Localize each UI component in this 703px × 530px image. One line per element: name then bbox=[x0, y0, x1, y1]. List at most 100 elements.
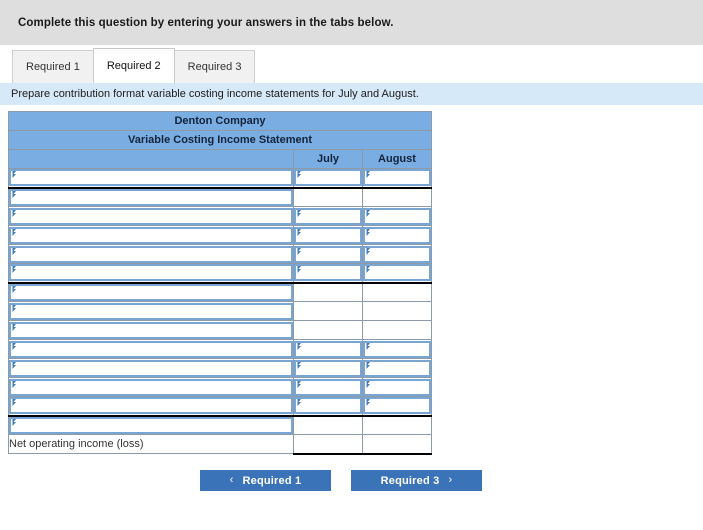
dropdown-marker-icon bbox=[11, 171, 17, 179]
previous-requirement-button[interactable]: ‹ Required 1 bbox=[200, 470, 331, 491]
row-12-august-dropdown[interactable] bbox=[363, 397, 431, 415]
chevron-left-icon: ‹ bbox=[229, 474, 234, 486]
tab-required-3[interactable]: Required 3 bbox=[173, 50, 256, 83]
row-14-august-cell[interactable] bbox=[362, 434, 432, 455]
row-11-july-cell[interactable] bbox=[293, 377, 363, 397]
row-9-account-cell[interactable] bbox=[8, 339, 294, 359]
row-7-account-dropdown[interactable] bbox=[9, 302, 293, 320]
row-10-august-cell[interactable] bbox=[362, 358, 432, 378]
row-6-account-dropdown[interactable] bbox=[9, 283, 293, 301]
table-row bbox=[8, 187, 432, 207]
row-0-july-dropdown[interactable] bbox=[294, 169, 362, 187]
row-12-july-dropdown[interactable] bbox=[294, 397, 362, 415]
dropdown-marker-icon bbox=[365, 361, 371, 369]
row-13-july-cell[interactable] bbox=[293, 415, 363, 435]
row-7-july-cell[interactable] bbox=[293, 301, 363, 321]
row-5-july-cell[interactable] bbox=[293, 263, 363, 284]
row-11-august-dropdown[interactable] bbox=[363, 378, 431, 396]
row-0-account-dropdown[interactable] bbox=[9, 169, 293, 187]
row-3-account-dropdown[interactable] bbox=[9, 226, 293, 244]
row-0-account-cell[interactable] bbox=[8, 168, 294, 189]
row-7-account-cell[interactable] bbox=[8, 301, 294, 321]
row-4-july-dropdown[interactable] bbox=[294, 245, 362, 263]
row-11-july-dropdown[interactable] bbox=[294, 378, 362, 396]
row-10-august-dropdown[interactable] bbox=[363, 359, 431, 377]
row-4-account-cell[interactable] bbox=[8, 244, 294, 264]
row-13-august-cell[interactable] bbox=[362, 415, 432, 435]
dropdown-marker-icon bbox=[365, 399, 371, 407]
row-2-august-cell[interactable] bbox=[362, 206, 432, 226]
row-7-august-cell[interactable] bbox=[362, 301, 432, 321]
row-10-july-dropdown[interactable] bbox=[294, 359, 362, 377]
row-9-july-cell[interactable] bbox=[293, 339, 363, 359]
row-9-july-dropdown[interactable] bbox=[294, 340, 362, 358]
row-8-august-cell[interactable] bbox=[362, 320, 432, 340]
row-5-account-cell[interactable] bbox=[8, 263, 294, 284]
row-9-account-dropdown[interactable] bbox=[9, 340, 293, 358]
next-requirement-button[interactable]: Required 3 › bbox=[351, 470, 482, 491]
row-5-july-dropdown[interactable] bbox=[294, 264, 362, 282]
row-4-account-dropdown[interactable] bbox=[9, 245, 293, 263]
dropdown-marker-icon bbox=[365, 247, 371, 255]
row-5-account-dropdown[interactable] bbox=[9, 264, 293, 282]
row-9-august-dropdown[interactable] bbox=[363, 340, 431, 358]
row-3-august-cell[interactable] bbox=[362, 225, 432, 245]
row-4-august-dropdown[interactable] bbox=[363, 245, 431, 263]
row-10-account-cell[interactable] bbox=[8, 358, 294, 378]
chevron-right-icon: › bbox=[448, 474, 453, 486]
row-0-july-cell[interactable] bbox=[293, 168, 363, 189]
row-6-account-cell[interactable] bbox=[8, 282, 294, 302]
row-8-account-dropdown[interactable] bbox=[9, 321, 293, 339]
row-12-account-cell[interactable] bbox=[8, 396, 294, 417]
row-5-august-cell[interactable] bbox=[362, 263, 432, 284]
row-13-account-cell[interactable] bbox=[8, 415, 294, 435]
row-13-account-dropdown[interactable] bbox=[9, 416, 293, 434]
row-12-july-cell[interactable] bbox=[293, 396, 363, 417]
row-1-account-cell[interactable] bbox=[8, 187, 294, 207]
row-3-august-dropdown[interactable] bbox=[363, 226, 431, 244]
previous-requirement-label: Required 1 bbox=[242, 474, 302, 487]
row-3-july-cell[interactable] bbox=[293, 225, 363, 245]
dropdown-marker-icon bbox=[11, 342, 17, 350]
row-0-august-cell[interactable] bbox=[362, 168, 432, 189]
row-11-august-cell[interactable] bbox=[362, 377, 432, 397]
dropdown-marker-icon bbox=[11, 190, 17, 198]
row-1-august-cell[interactable] bbox=[362, 187, 432, 207]
dropdown-marker-icon bbox=[296, 209, 302, 217]
row-10-account-dropdown[interactable] bbox=[9, 359, 293, 377]
row-4-july-cell[interactable] bbox=[293, 244, 363, 264]
row-8-account-cell[interactable] bbox=[8, 320, 294, 340]
row-12-account-dropdown[interactable] bbox=[9, 397, 293, 415]
row-3-july-dropdown[interactable] bbox=[294, 226, 362, 244]
row-14-july-cell[interactable] bbox=[293, 434, 363, 455]
row-11-account-cell[interactable] bbox=[8, 377, 294, 397]
tab-required-2[interactable]: Required 2 bbox=[92, 48, 175, 83]
row-3-account-cell[interactable] bbox=[8, 225, 294, 245]
row-6-august-cell[interactable] bbox=[362, 282, 432, 302]
dropdown-marker-icon bbox=[11, 247, 17, 255]
dropdown-marker-icon bbox=[296, 266, 302, 274]
row-2-account-cell[interactable] bbox=[8, 206, 294, 226]
row-8-july-cell[interactable] bbox=[293, 320, 363, 340]
row-0-august-dropdown[interactable] bbox=[363, 169, 431, 187]
row-2-account-dropdown[interactable] bbox=[9, 207, 293, 225]
tab-required-1[interactable]: Required 1 bbox=[12, 50, 94, 83]
dropdown-marker-icon bbox=[365, 171, 371, 179]
row-11-account-dropdown[interactable] bbox=[9, 378, 293, 396]
dropdown-marker-icon bbox=[11, 266, 17, 274]
dropdown-marker-icon bbox=[296, 342, 302, 350]
row-2-august-dropdown[interactable] bbox=[363, 207, 431, 225]
row-5-august-dropdown[interactable] bbox=[363, 264, 431, 282]
row-1-account-dropdown[interactable] bbox=[9, 188, 293, 206]
row-2-july-cell[interactable] bbox=[293, 206, 363, 226]
row-10-july-cell[interactable] bbox=[293, 358, 363, 378]
table-title-row-company: Denton Company bbox=[8, 111, 432, 131]
row-2-july-dropdown[interactable] bbox=[294, 207, 362, 225]
requirement-instruction-bar: Prepare contribution format variable cos… bbox=[0, 83, 703, 105]
row-1-july-cell[interactable] bbox=[293, 187, 363, 207]
row-4-august-cell[interactable] bbox=[362, 244, 432, 264]
dropdown-marker-icon bbox=[11, 285, 17, 293]
row-9-august-cell[interactable] bbox=[362, 339, 432, 359]
row-6-july-cell[interactable] bbox=[293, 282, 363, 302]
row-12-august-cell[interactable] bbox=[362, 396, 432, 417]
